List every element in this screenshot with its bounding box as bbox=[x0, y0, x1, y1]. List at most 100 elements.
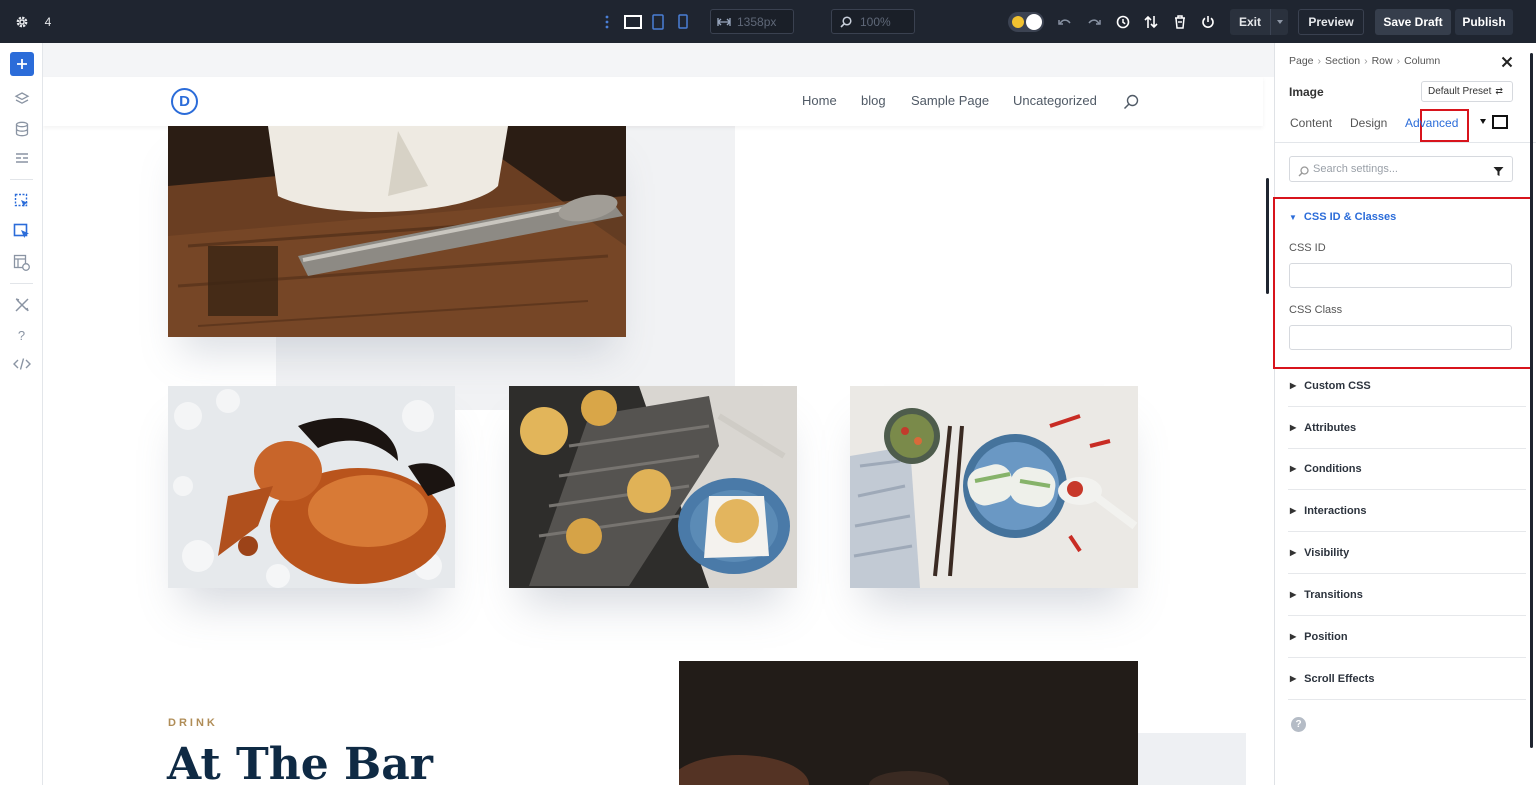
width-input[interactable]: 1358px bbox=[710, 9, 794, 34]
select-tool-icon[interactable] bbox=[0, 190, 43, 214]
portability-arrows-icon[interactable] bbox=[1141, 0, 1161, 43]
sun-icon bbox=[1012, 15, 1024, 28]
caret-right-icon: ▶ bbox=[1290, 590, 1297, 599]
settings-gear-icon[interactable] bbox=[10, 0, 34, 43]
help-icon[interactable]: ? bbox=[0, 323, 43, 347]
css-id-label: CSS ID bbox=[1289, 242, 1326, 254]
menu-item-blog[interactable]: blog bbox=[861, 93, 886, 108]
zoom-value: 100% bbox=[860, 14, 891, 29]
power-icon[interactable] bbox=[1198, 0, 1218, 43]
breadcrumb-separator: › bbox=[1364, 55, 1368, 67]
breadcrumb-page[interactable]: Page bbox=[1289, 55, 1314, 67]
accordion-label: Interactions bbox=[1304, 504, 1367, 517]
accordion-label: Attributes bbox=[1304, 421, 1357, 434]
history-clock-icon[interactable] bbox=[1113, 0, 1133, 43]
multi-select-icon[interactable] bbox=[0, 220, 43, 244]
menu-item-uncategorized[interactable]: Uncategorized bbox=[1013, 93, 1097, 108]
site-logo[interactable]: D bbox=[171, 88, 198, 115]
panel-scrollbar[interactable] bbox=[1530, 53, 1533, 748]
publish-button[interactable]: Publish bbox=[1455, 9, 1513, 35]
database-icon[interactable] bbox=[0, 117, 43, 141]
accordion-custom-css[interactable]: ▶ Custom CSS bbox=[1288, 365, 1526, 407]
breadcrumb-column[interactable]: Column bbox=[1404, 55, 1440, 67]
tab-advanced[interactable]: Advanced bbox=[1405, 116, 1458, 130]
page-settings-icon[interactable] bbox=[0, 251, 43, 275]
view-mode-icon[interactable] bbox=[1492, 115, 1508, 129]
tools-icon[interactable] bbox=[0, 293, 43, 317]
save-draft-button[interactable]: Save Draft bbox=[1375, 9, 1451, 35]
zoom-input[interactable]: 100% bbox=[831, 9, 915, 34]
breadcrumb: Page › Section › Row › Column bbox=[1289, 55, 1440, 67]
settings-search-input[interactable]: Search settings... bbox=[1289, 156, 1513, 182]
logo-letter: D bbox=[179, 93, 190, 110]
accordion-position[interactable]: ▶ Position bbox=[1288, 616, 1526, 658]
caret-down-icon: ▼ bbox=[1289, 212, 1297, 222]
undo-icon[interactable] bbox=[1055, 0, 1075, 43]
css-class-label: CSS Class bbox=[1289, 304, 1343, 316]
bar-heading: At The Bar bbox=[167, 739, 433, 785]
accordion-label: Transitions bbox=[1304, 588, 1363, 601]
caret-right-icon: ▶ bbox=[1290, 548, 1297, 557]
crab-image[interactable] bbox=[168, 386, 455, 588]
drink-eyebrow: DRINK bbox=[168, 717, 218, 729]
search-icon bbox=[1298, 164, 1309, 182]
spring-rolls-image[interactable] bbox=[850, 386, 1138, 588]
more-options-icon[interactable] bbox=[600, 0, 614, 43]
width-value: 1358px bbox=[737, 14, 777, 29]
redo-icon[interactable] bbox=[1084, 0, 1104, 43]
cheese-board-image[interactable] bbox=[168, 126, 626, 337]
phone-view-icon[interactable] bbox=[675, 0, 691, 43]
chevron-down-icon bbox=[1276, 20, 1283, 24]
caret-right-icon: ▶ bbox=[1290, 464, 1297, 473]
canvas-scrollbar[interactable] bbox=[1266, 178, 1269, 294]
add-element-button[interactable] bbox=[0, 52, 43, 76]
breadcrumb-row[interactable]: Row bbox=[1372, 55, 1393, 67]
divider bbox=[10, 179, 33, 180]
accordion-transitions[interactable]: ▶ Transitions bbox=[1288, 574, 1526, 616]
exit-dropdown-button[interactable] bbox=[1270, 9, 1288, 35]
preset-dropdown[interactable]: Default Preset ⇄ bbox=[1421, 81, 1513, 102]
help-circle-icon[interactable]: ? bbox=[1291, 717, 1306, 732]
tablet-view-icon[interactable] bbox=[649, 0, 667, 43]
desktop-view-icon[interactable] bbox=[622, 0, 644, 43]
css-id-input[interactable] bbox=[1289, 263, 1512, 288]
theme-toggle[interactable] bbox=[1007, 0, 1045, 43]
css-class-input[interactable] bbox=[1289, 325, 1512, 350]
caret-right-icon: ▶ bbox=[1290, 632, 1297, 641]
accordion-label: Position bbox=[1304, 630, 1348, 643]
accordion-scroll-effects[interactable]: ▶ Scroll Effects bbox=[1288, 658, 1526, 700]
preview-button[interactable]: Preview bbox=[1298, 9, 1364, 35]
caret-right-icon: ▶ bbox=[1290, 506, 1297, 515]
layout-list-icon[interactable] bbox=[0, 147, 43, 171]
menu-item-sample-page[interactable]: Sample Page bbox=[911, 93, 989, 108]
menu-item-home[interactable]: Home bbox=[802, 93, 837, 108]
accordion-interactions[interactable]: ▶ Interactions bbox=[1288, 490, 1526, 532]
filter-icon[interactable] bbox=[1493, 164, 1504, 182]
accordion-label: Conditions bbox=[1304, 462, 1362, 475]
close-panel-icon[interactable] bbox=[1501, 55, 1513, 73]
breadcrumb-section[interactable]: Section bbox=[1325, 55, 1360, 67]
tab-design[interactable]: Design bbox=[1350, 116, 1387, 130]
layers-icon[interactable] bbox=[0, 87, 43, 111]
code-icon[interactable] bbox=[0, 352, 43, 376]
accordion-label: Custom CSS bbox=[1304, 379, 1371, 392]
caret-right-icon: ▶ bbox=[1290, 674, 1297, 683]
baked-goods-tray-image[interactable] bbox=[509, 386, 797, 588]
caret-right-icon: ▶ bbox=[1290, 381, 1297, 390]
exit-button[interactable]: Exit bbox=[1230, 9, 1270, 35]
accordion-visibility[interactable]: ▶ Visibility bbox=[1288, 532, 1526, 574]
divider bbox=[1275, 142, 1536, 143]
view-caret-icon[interactable] bbox=[1480, 119, 1486, 124]
left-toolbar: ? bbox=[0, 43, 43, 785]
accordion-attributes[interactable]: ▶ Attributes bbox=[1288, 407, 1526, 449]
accordion-title: CSS ID & Classes bbox=[1303, 211, 1397, 223]
accordion-conditions[interactable]: ▶ Conditions bbox=[1288, 448, 1526, 490]
plus-icon bbox=[16, 59, 27, 69]
bar-image[interactable] bbox=[679, 661, 1138, 785]
tab-content[interactable]: Content bbox=[1290, 116, 1332, 130]
accordion-css-id-classes[interactable]: ▼ CSS ID & Classes bbox=[1289, 211, 1396, 223]
clear-layout-icon[interactable] bbox=[1170, 0, 1190, 43]
element-title: Image bbox=[1289, 85, 1324, 99]
page-count: 4 bbox=[44, 14, 52, 29]
site-search-icon[interactable] bbox=[1123, 94, 1139, 115]
